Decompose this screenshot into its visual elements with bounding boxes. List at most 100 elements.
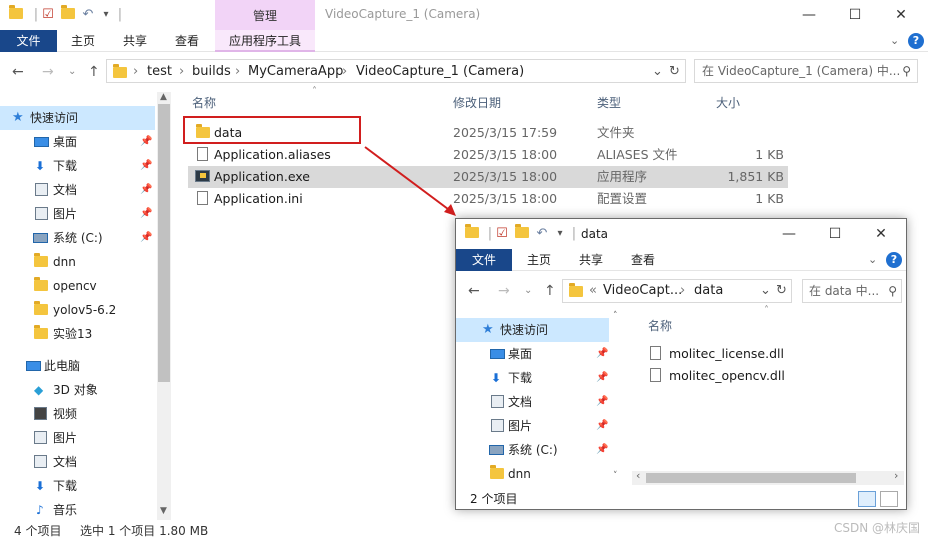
sidebar-item-downloads[interactable]: ⬇ 下载 📌 xyxy=(0,154,155,178)
help-icon[interactable]: ? xyxy=(886,252,902,268)
folder-icon[interactable] xyxy=(8,5,24,23)
scroll-down-icon[interactable]: ▼ xyxy=(160,506,167,516)
close-button[interactable]: ✕ xyxy=(878,0,924,30)
tab-home[interactable]: 主页 xyxy=(518,249,560,271)
scrollbar-thumb[interactable] xyxy=(646,473,856,483)
scroll-down-icon[interactable]: ˅ xyxy=(613,471,618,481)
breadcrumb-builds[interactable]: builds xyxy=(192,64,231,79)
tab-file[interactable]: 文件 xyxy=(456,249,512,271)
minimize-button[interactable]: — xyxy=(786,0,832,30)
breadcrumb-mycameraapp[interactable]: MyCameraApp xyxy=(248,64,343,79)
pin-icon[interactable]: 📌 xyxy=(140,202,152,226)
properties-icon[interactable]: ☑ xyxy=(40,7,56,23)
file-row-ini[interactable]: Application.ini 2025/3/15 18:00 配置设置 1 K… xyxy=(188,188,788,210)
pin-icon[interactable]: 📌 xyxy=(140,178,152,202)
search-input[interactable]: 在 data 中... ⚲ xyxy=(802,279,902,303)
sidebar-item-downloads[interactable]: ⬇ 下载 📌 xyxy=(456,366,609,390)
sidebar-item-videos[interactable]: 视频 xyxy=(0,402,155,426)
pin-icon[interactable]: 📌 xyxy=(140,154,152,178)
sidebar-item-dnn[interactable]: dnn xyxy=(456,462,609,486)
new-folder-icon[interactable] xyxy=(514,224,530,242)
tab-app-tools[interactable]: 应用程序工具 xyxy=(215,30,315,52)
tab-view[interactable]: 查看 xyxy=(622,249,664,271)
chevron-down-icon[interactable]: ⌄ xyxy=(652,64,663,79)
scroll-left-icon[interactable]: ‹ xyxy=(636,469,640,482)
tab-home[interactable]: 主页 xyxy=(62,30,104,52)
breadcrumb-videocapture[interactable]: VideoCapt... xyxy=(603,283,682,298)
file-row-aliases[interactable]: Application.aliases 2025/3/15 18:00 ALIA… xyxy=(188,144,788,166)
refresh-icon[interactable]: ↻ xyxy=(669,64,680,79)
sidebar-item-music[interactable]: ♪ 音乐 xyxy=(0,498,155,522)
address-bar[interactable]: › test › builds › MyCameraApp › VideoCap… xyxy=(106,59,686,83)
context-tab-manage[interactable]: 管理 xyxy=(215,0,315,30)
refresh-icon[interactable]: ↻ xyxy=(776,283,787,298)
sidebar-item-system-c[interactable]: 系统 (C:) 📌 xyxy=(456,438,609,462)
file-row-opencv[interactable]: molitec_opencv.dll xyxy=(650,365,785,387)
column-header-name[interactable]: 名称 xyxy=(192,92,216,116)
column-header-name[interactable]: 名称 xyxy=(648,317,672,334)
folder-icon[interactable] xyxy=(464,224,480,242)
pin-icon[interactable]: 📌 xyxy=(596,366,608,390)
chevron-down-icon[interactable]: ⌄ xyxy=(890,34,899,47)
scroll-up-icon[interactable]: ˄ xyxy=(613,311,618,321)
maximize-button[interactable]: ☐ xyxy=(812,219,858,249)
up-icon[interactable]: ↑ xyxy=(544,281,556,301)
scrollbar-thumb[interactable] xyxy=(158,104,170,382)
sidebar-item-pictures[interactable]: 图片 📌 xyxy=(456,414,609,438)
tab-share[interactable]: 共享 xyxy=(114,30,156,52)
sidebar-item-this-pc[interactable]: 此电脑 xyxy=(0,354,155,378)
pin-icon[interactable]: 📌 xyxy=(140,226,152,250)
sidebar-item-pictures[interactable]: 图片 📌 xyxy=(0,202,155,226)
tab-file[interactable]: 文件 xyxy=(0,30,57,52)
scroll-right-icon[interactable]: › xyxy=(894,469,898,482)
sidebar-item-desktop[interactable]: 桌面 📌 xyxy=(0,130,155,154)
sidebar-item-quick-access[interactable]: ★ 快速访问 xyxy=(0,106,155,130)
large-icons-view-icon[interactable] xyxy=(880,491,898,507)
sidebar-item-documents[interactable]: 文档 📌 xyxy=(0,178,155,202)
properties-icon[interactable]: ☑ xyxy=(494,226,510,242)
help-icon[interactable]: ? xyxy=(908,33,924,49)
tab-view[interactable]: 查看 xyxy=(166,30,208,52)
close-button[interactable]: ✕ xyxy=(858,219,904,249)
back-icon[interactable]: ← xyxy=(12,62,24,82)
pin-icon[interactable]: 📌 xyxy=(596,390,608,414)
pin-icon[interactable]: 📌 xyxy=(140,130,152,154)
chevron-down-icon[interactable]: ⌄ xyxy=(760,283,771,298)
sidebar-item-opencv[interactable]: opencv xyxy=(0,274,155,298)
breadcrumb-videocapture[interactable]: VideoCapture_1 (Camera) xyxy=(356,64,524,79)
sidebar-item-desktop[interactable]: 桌面 📌 xyxy=(456,342,609,366)
file-row-exe[interactable]: Application.exe 2025/3/15 18:00 应用程序 1,8… xyxy=(188,166,788,188)
new-folder-icon[interactable] xyxy=(60,5,76,23)
back-icon[interactable]: ← xyxy=(468,281,480,301)
sidebar-item-documents[interactable]: 文档 📌 xyxy=(456,390,609,414)
undo-icon[interactable]: ↶ xyxy=(534,226,550,242)
forward-icon[interactable]: → xyxy=(498,281,510,301)
maximize-button[interactable]: ☐ xyxy=(832,0,878,30)
address-bar[interactable]: « VideoCapt... › data ⌄ ↻ xyxy=(562,279,792,303)
chevron-down-icon[interactable]: ⌄ xyxy=(524,281,532,301)
minimize-button[interactable]: — xyxy=(766,219,812,249)
forward-icon[interactable]: → xyxy=(42,62,54,82)
search-input[interactable]: 在 VideoCapture_1 (Camera) 中... ⚲ xyxy=(694,59,918,83)
breadcrumb-test[interactable]: test xyxy=(147,64,172,79)
pin-icon[interactable]: 📌 xyxy=(596,414,608,438)
sidebar-item-system-c[interactable]: 系统 (C:) 📌 xyxy=(0,226,155,250)
breadcrumb-data[interactable]: data xyxy=(694,283,723,298)
column-header-size[interactable]: 大小 xyxy=(716,92,740,116)
scroll-up-icon[interactable]: ▲ xyxy=(160,92,167,102)
up-icon[interactable]: ↑ xyxy=(88,62,100,82)
sidebar-item-documents-pc[interactable]: 文档 xyxy=(0,450,155,474)
chevron-down-icon[interactable]: ⌄ xyxy=(868,253,877,266)
sidebar-item-quick-access[interactable]: ★ 快速访问 xyxy=(456,318,609,342)
file-row-license[interactable]: molitec_license.dll xyxy=(650,343,784,365)
sidebar-item-experiment13[interactable]: 实验13 xyxy=(0,322,155,346)
column-header-date[interactable]: 修改日期 xyxy=(453,92,501,116)
sidebar-item-dnn[interactable]: dnn xyxy=(0,250,155,274)
sidebar-item-yolov5[interactable]: yolov5-6.2 xyxy=(0,298,155,322)
sidebar-item-downloads-pc[interactable]: ⬇ 下载 xyxy=(0,474,155,498)
column-header-type[interactable]: 类型 xyxy=(597,92,621,116)
details-view-icon[interactable] xyxy=(858,491,876,507)
pin-icon[interactable]: 📌 xyxy=(596,342,608,366)
sidebar-item-3d-objects[interactable]: ◆ 3D 对象 xyxy=(0,378,155,402)
chevron-down-icon[interactable]: ⌄ xyxy=(68,62,76,82)
